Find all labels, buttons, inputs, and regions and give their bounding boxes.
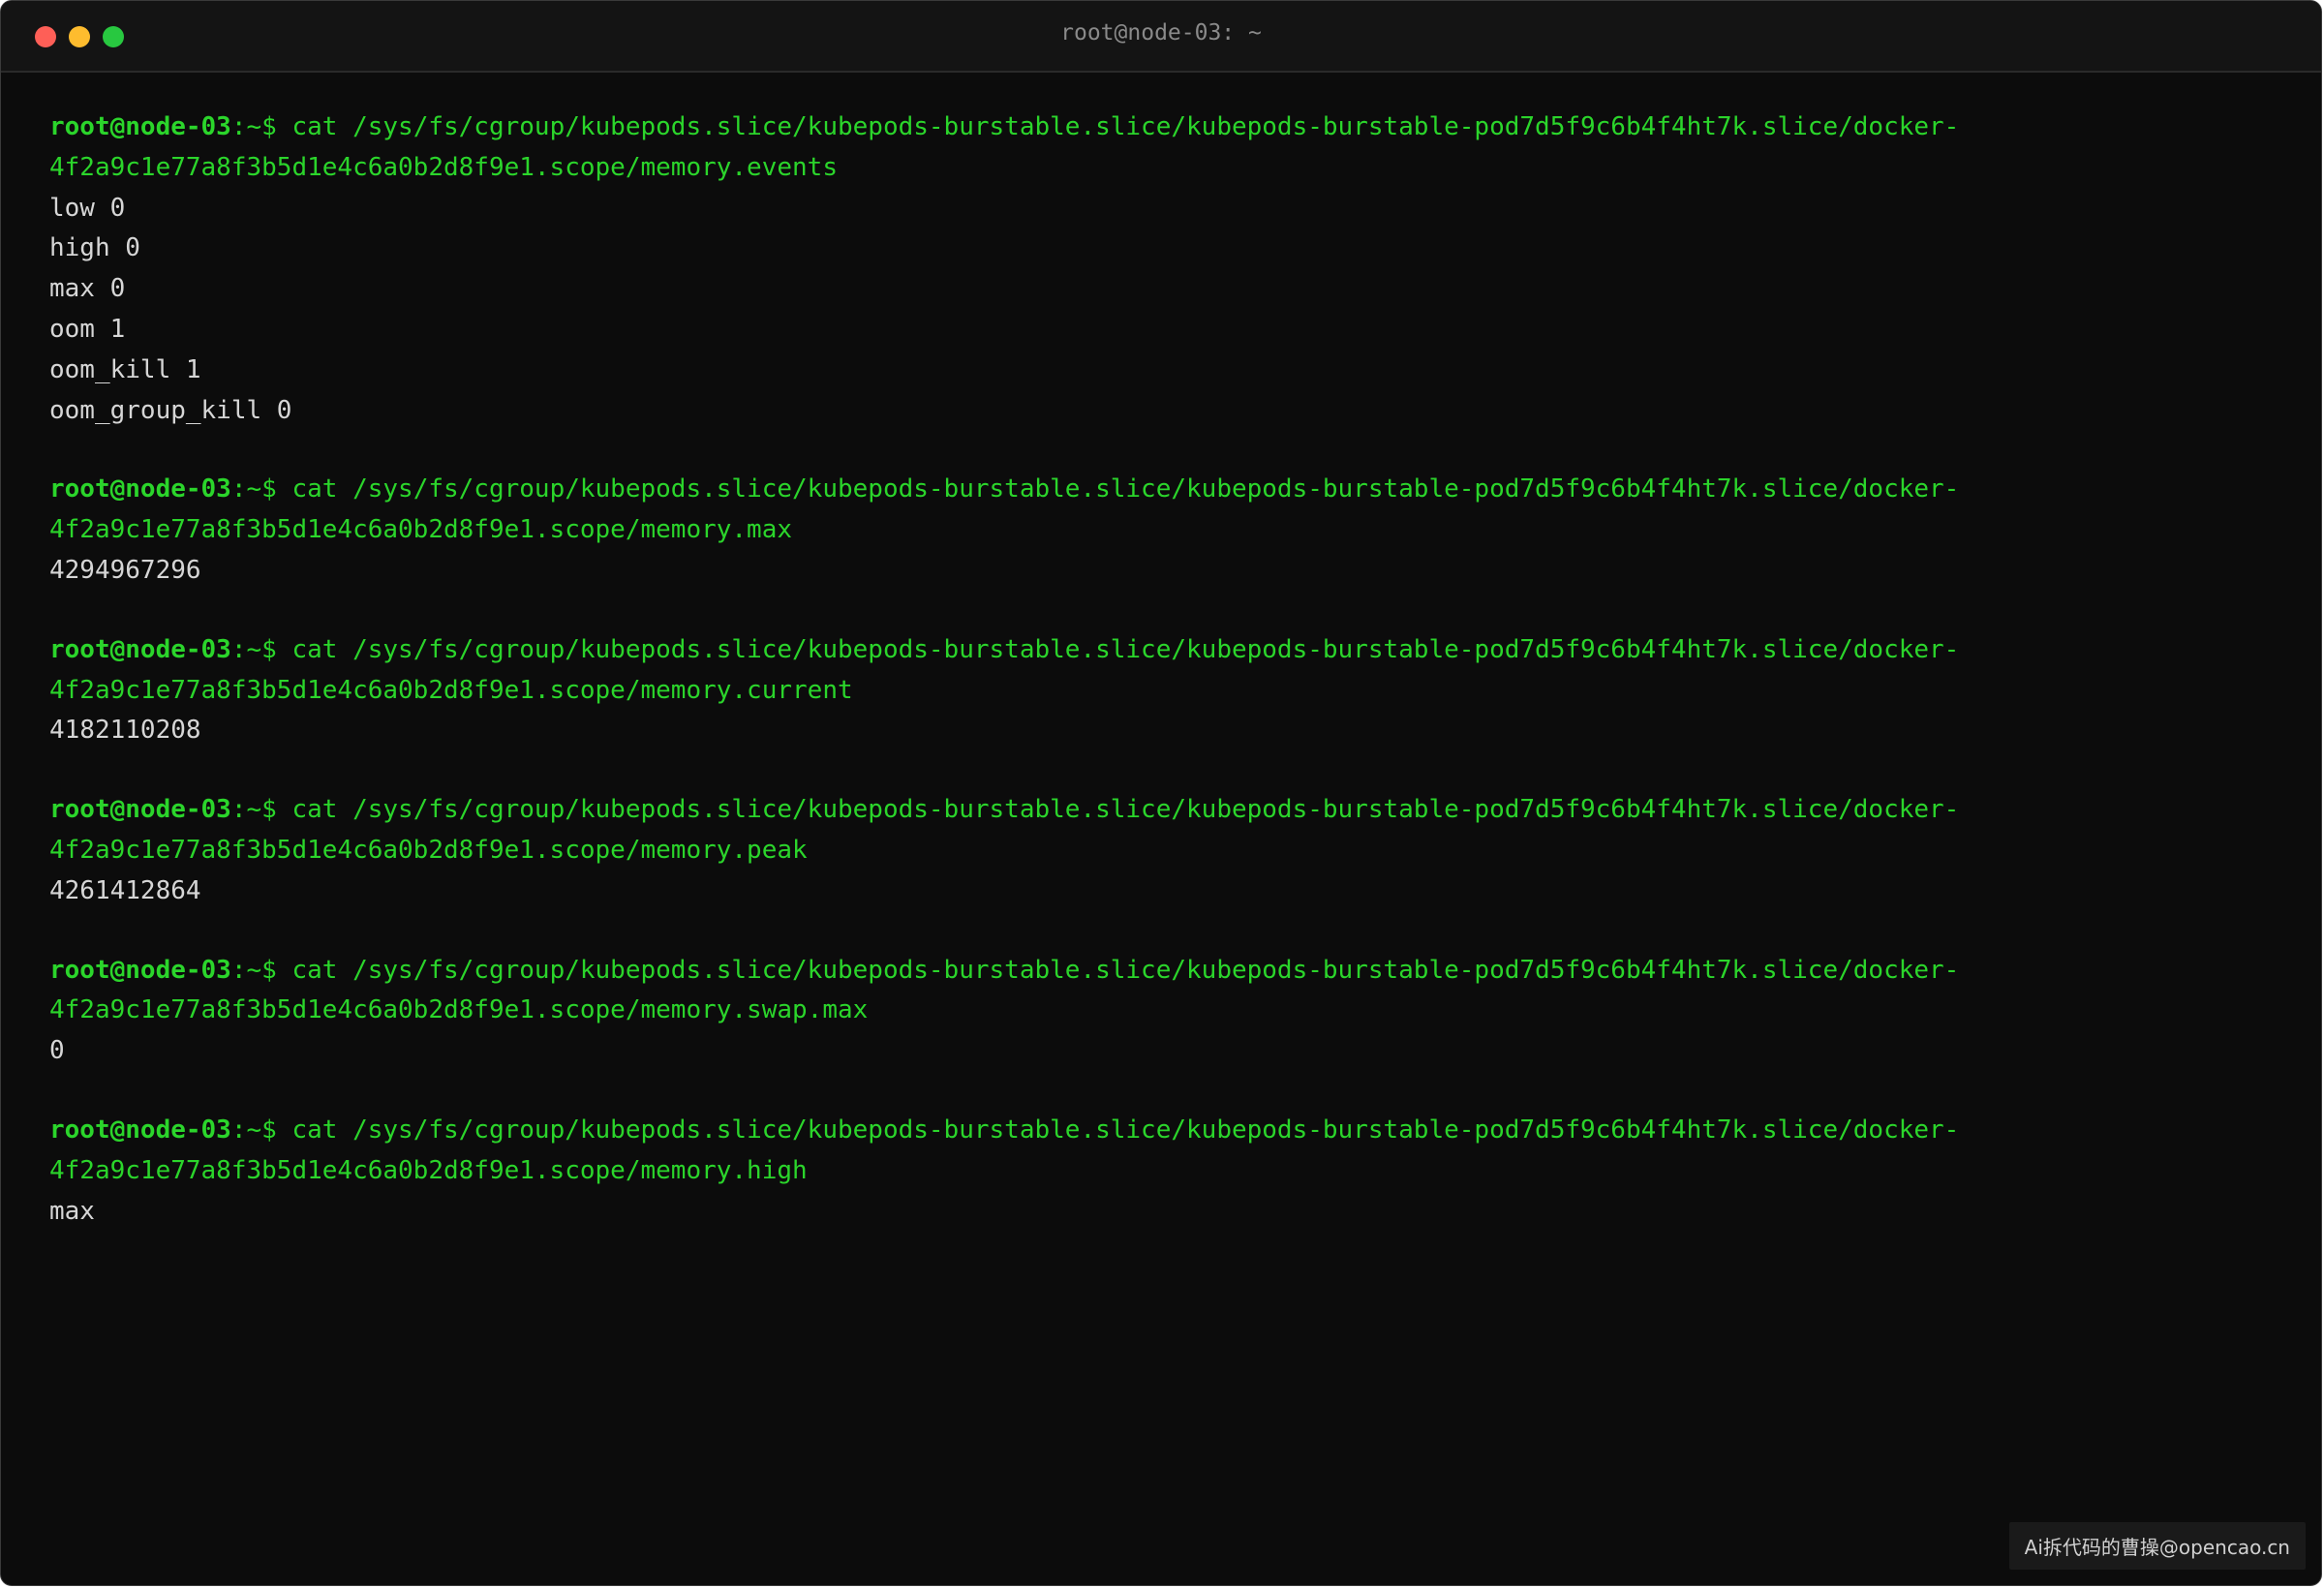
command-line: root@node-03:~$ cat /sys/fs/cgroup/kubep… <box>49 630 2277 671</box>
command-line: root@node-03:~$ cat /sys/fs/cgroup/kubep… <box>49 107 2277 148</box>
command-block: root@node-03:~$ cat /sys/fs/cgroup/kubep… <box>49 790 2277 911</box>
output-line: low 0 <box>49 193 126 223</box>
prompt-suffix: :~$ <box>230 634 277 664</box>
prompt-user-host: root@node-03 <box>49 112 231 141</box>
command-text: cat /sys/fs/cgroup/kubepods.slice/kubepo… <box>276 112 1960 141</box>
prompt-user-host: root@node-03 <box>49 1115 231 1145</box>
output-line: oom 1 <box>49 314 126 344</box>
command-text-continued: 4f2a9c1e77a8f3b5d1e4c6a0b2d8f9e1.scope/m… <box>49 1155 808 1185</box>
output-line: max 0 <box>49 274 126 304</box>
command-text: cat /sys/fs/cgroup/kubepods.slice/kubepo… <box>276 474 1960 504</box>
prompt-suffix: :~$ <box>230 955 277 985</box>
command-line: root@node-03:~$ cat /sys/fs/cgroup/kubep… <box>49 1111 2277 1151</box>
command-line: root@node-03:~$ cat /sys/fs/cgroup/kubep… <box>49 951 2277 992</box>
command-text: cat /sys/fs/cgroup/kubepods.slice/kubepo… <box>276 1115 1960 1145</box>
prompt-suffix: :~$ <box>230 1115 277 1145</box>
command-line: root@node-03:~$ cat /sys/fs/cgroup/kubep… <box>49 470 2277 510</box>
command-block: root@node-03:~$ cat /sys/fs/cgroup/kubep… <box>49 1111 2277 1232</box>
prompt-suffix: :~$ <box>230 795 277 825</box>
command-text-continued: 4f2a9c1e77a8f3b5d1e4c6a0b2d8f9e1.scope/m… <box>49 152 838 182</box>
output-line: max <box>49 1196 95 1226</box>
command-text: cat /sys/fs/cgroup/kubepods.slice/kubepo… <box>276 795 1960 825</box>
output-line: 4261412864 <box>49 875 201 905</box>
command-text: cat /sys/fs/cgroup/kubepods.slice/kubepo… <box>276 955 1960 985</box>
title-bar[interactable]: root@node-03: ~ <box>1 1 2321 73</box>
prompt-suffix: :~$ <box>230 474 277 504</box>
output-line: oom_kill 1 <box>49 354 201 384</box>
command-text: cat /sys/fs/cgroup/kubepods.slice/kubepo… <box>276 634 1960 664</box>
prompt-user-host: root@node-03 <box>49 634 231 664</box>
output-line: 0 <box>49 1036 65 1066</box>
prompt-user-host: root@node-03 <box>49 795 231 825</box>
terminal-window: root@node-03: ~ root@node-03:~$ cat /sys… <box>0 0 2322 1586</box>
prompt-user-host: root@node-03 <box>49 955 231 985</box>
command-text-continued: 4f2a9c1e77a8f3b5d1e4c6a0b2d8f9e1.scope/m… <box>49 995 869 1025</box>
command-block: root@node-03:~$ cat /sys/fs/cgroup/kubep… <box>49 630 2277 751</box>
command-block: root@node-03:~$ cat /sys/fs/cgroup/kubep… <box>49 951 2277 1072</box>
command-block: root@node-03:~$ cat /sys/fs/cgroup/kubep… <box>49 470 2277 591</box>
command-text-continued: 4f2a9c1e77a8f3b5d1e4c6a0b2d8f9e1.scope/m… <box>49 515 793 545</box>
output-line: oom_group_kill 0 <box>49 395 292 425</box>
output-line: 4294967296 <box>49 555 201 585</box>
window-title: root@node-03: ~ <box>1060 20 1262 46</box>
watermark: Ai拆代码的曹操@opencao.cn <box>2008 1522 2306 1570</box>
prompt-suffix: :~$ <box>230 112 277 141</box>
prompt-user-host: root@node-03 <box>49 474 231 504</box>
command-text-continued: 4f2a9c1e77a8f3b5d1e4c6a0b2d8f9e1.scope/m… <box>49 675 853 705</box>
command-block: root@node-03:~$ cat /sys/fs/cgroup/kubep… <box>49 107 2277 431</box>
command-text-continued: 4f2a9c1e77a8f3b5d1e4c6a0b2d8f9e1.scope/m… <box>49 835 808 865</box>
output-line: 4182110208 <box>49 716 201 746</box>
output-line: high 0 <box>49 233 140 263</box>
terminal-output[interactable]: root@node-03:~$ cat /sys/fs/cgroup/kubep… <box>49 107 2277 1232</box>
command-line: root@node-03:~$ cat /sys/fs/cgroup/kubep… <box>49 790 2277 831</box>
